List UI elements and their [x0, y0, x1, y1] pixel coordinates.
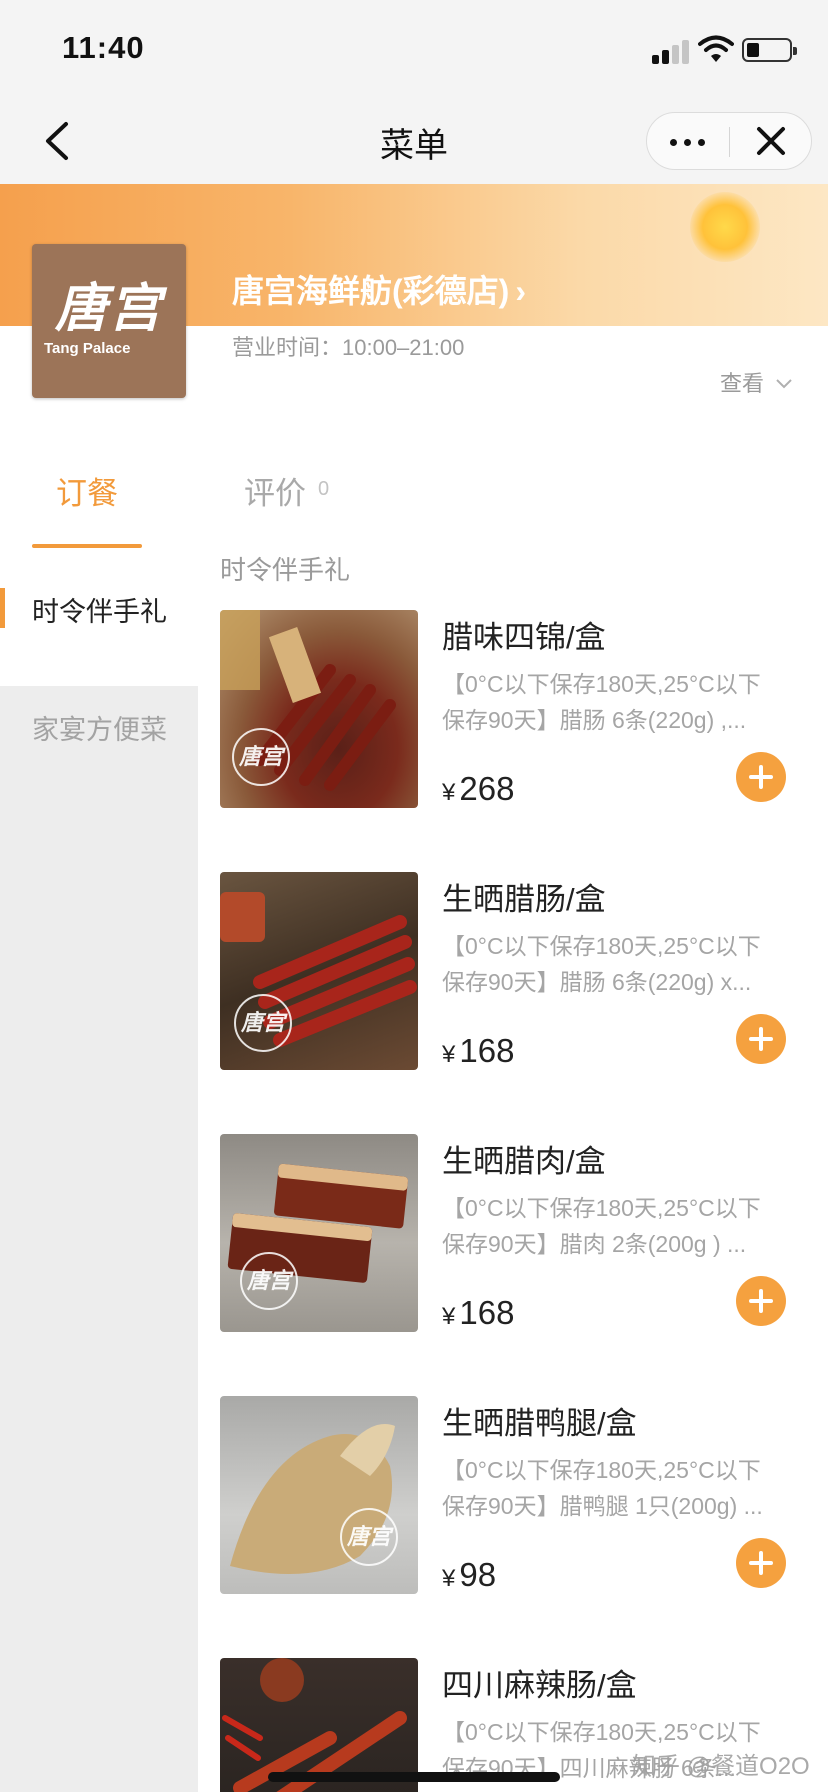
- product-description: 【0°C以下保存180天,25°C以下 保存90天】腊肠 6条(220g) x.…: [442, 933, 761, 995]
- business-hours: 营业时间：10:00–21:00: [232, 335, 465, 360]
- brand-watermark-icon: 唐宫: [340, 1508, 398, 1566]
- product-price: ¥98: [442, 1556, 497, 1593]
- product-card[interactable]: 唐宫 生晒腊鸭腿/盒 【0°C以下保存180天,25°C以下 保存90天】腊鸭腿…: [220, 1396, 820, 1596]
- review-count: 0: [318, 478, 330, 500]
- banner-decoration: [690, 192, 760, 262]
- sidebar-item-seasonal-gifts[interactable]: 时令伴手礼: [0, 568, 198, 686]
- product-image: 唐宫: [220, 872, 418, 1070]
- brand-watermark-icon: 唐宫: [240, 1252, 298, 1310]
- product-description: 【0°C以下保存180天,25°C以下 保存90天】腊肠 6条(220g) ,.…: [442, 671, 761, 733]
- chevron-down-icon: [776, 379, 792, 389]
- active-category-indicator: [0, 588, 5, 628]
- tab-order[interactable]: 订餐: [56, 468, 118, 513]
- add-to-cart-button[interactable]: [736, 1276, 786, 1326]
- add-to-cart-button[interactable]: [736, 1014, 786, 1064]
- logo-text-en: Tang Palace: [44, 340, 131, 357]
- logo-text-cn: 唐宫: [54, 278, 163, 339]
- tab-active-indicator: [32, 544, 142, 548]
- add-to-cart-button[interactable]: [736, 752, 786, 802]
- store-name: 唐宫海鲜舫(彩德店): [232, 273, 510, 309]
- nav-bar: 菜单: [0, 98, 828, 184]
- store-name-link[interactable]: 唐宫海鲜舫(彩德店) ›: [232, 266, 526, 312]
- battery-icon: [742, 38, 797, 62]
- product-card[interactable]: 唐宫 生晒腊肠/盒 【0°C以下保存180天,25°C以下 保存90天】腊肠 6…: [220, 872, 820, 1072]
- source-watermark: 知乎 @餐道O2O: [632, 1753, 810, 1780]
- chevron-right-icon: ›: [515, 273, 526, 309]
- cellular-signal-icon: [652, 38, 692, 64]
- product-card[interactable]: 唐宫 腊味四锦/盒 【0°C以下保存180天,25°C以下 保存90天】腊肠 6…: [220, 610, 820, 810]
- product-price: ¥168: [442, 1294, 515, 1331]
- brand-watermark-icon: 唐宫: [232, 728, 290, 786]
- view-more-button[interactable]: 查看: [720, 366, 794, 398]
- brand-watermark-icon: 唐宫: [234, 994, 292, 1052]
- store-logo: 唐宫 Tang Palace: [32, 244, 186, 398]
- product-name: 生晒腊肉/盒: [442, 1144, 606, 1179]
- home-indicator[interactable]: [268, 1772, 560, 1782]
- status-time: 11:40: [62, 30, 145, 65]
- product-name: 四川麻辣肠/盒: [442, 1668, 637, 1703]
- product-name: 生晒腊肠/盒: [442, 882, 606, 917]
- sidebar-item-label: 家宴方便菜: [32, 715, 167, 745]
- view-more-label: 查看: [720, 371, 765, 396]
- more-options-icon[interactable]: [647, 113, 729, 169]
- product-price: ¥268: [442, 770, 515, 807]
- category-sidebar: 时令伴手礼 家宴方便菜: [0, 568, 198, 1792]
- product-card[interactable]: 唐宫 生晒腊肉/盒 【0°C以下保存180天,25°C以下 保存90天】腊肉 2…: [220, 1134, 820, 1334]
- product-price: ¥168: [442, 1032, 515, 1069]
- section-title: 时令伴手礼: [220, 555, 351, 585]
- product-name: 腊味四锦/盒: [442, 620, 606, 655]
- wifi-icon: [698, 35, 734, 62]
- product-image: 唐宫: [220, 1134, 418, 1332]
- capsule-divider: [729, 127, 730, 157]
- product-image: 唐宫: [220, 1396, 418, 1594]
- status-bar: 11:40: [0, 0, 828, 98]
- tab-reviews[interactable]: 评价: [244, 468, 306, 513]
- add-to-cart-button[interactable]: [736, 1538, 786, 1588]
- close-icon[interactable]: [731, 113, 811, 169]
- product-description: 【0°C以下保存180天,25°C以下 保存90天】腊肉 2条(200g ) .…: [442, 1195, 761, 1257]
- duck-leg-illustration: [230, 1424, 395, 1574]
- mini-program-capsule: [646, 112, 812, 170]
- sidebar-item-label: 时令伴手礼: [32, 597, 167, 627]
- product-description: 【0°C以下保存180天,25°C以下 保存90天】腊鸭腿 1只(200g) .…: [442, 1457, 763, 1519]
- sidebar-item-family-dishes[interactable]: 家宴方便菜: [0, 686, 198, 804]
- product-image: 唐宫: [220, 610, 418, 808]
- product-name: 生晒腊鸭腿/盒: [442, 1406, 637, 1441]
